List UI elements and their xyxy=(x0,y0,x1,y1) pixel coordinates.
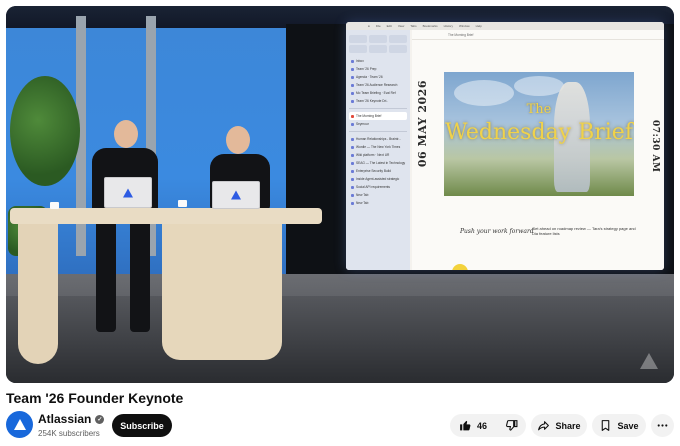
save-button[interactable]: Save xyxy=(592,414,646,437)
browser-main: The Morning Brief 06 MAY 2026 07:30 AM T… xyxy=(412,30,664,270)
sidebar-tab: Wordle — The New York Times xyxy=(349,143,407,151)
sidebar-tab: Agenda · Team '26 xyxy=(349,73,407,81)
hero-title-line2: Wednesday Brief xyxy=(445,120,633,145)
sidebar-tab: New Tab xyxy=(349,191,407,199)
atlassian-logo-icon xyxy=(123,188,133,197)
video-frame: ● File Edit View Tabs Bookmarks History Window H… xyxy=(6,6,674,383)
screen-time: 07:30 AM xyxy=(650,120,660,173)
sidebar-tab: Enterprise Security Build xyxy=(349,167,407,175)
like-icon xyxy=(460,420,471,431)
sidebar-tab: New Tab xyxy=(349,199,407,207)
sidebar-tab: Inbox xyxy=(349,57,407,65)
sidebar-tab: Seymour xyxy=(349,120,407,128)
sidebar-tab: Social API requirements xyxy=(349,183,407,191)
atlassian-logo-icon xyxy=(13,419,26,430)
sidebar-tab: Wiki platform · Next UR xyxy=(349,151,407,159)
more-icon xyxy=(657,424,668,427)
sticker xyxy=(452,264,468,270)
atlassian-watermark-icon xyxy=(640,353,658,369)
sidebar-tab: Inside Agent-assisted strategic xyxy=(349,175,407,183)
subscriber-count: 254K subscribers xyxy=(38,429,100,438)
stage-screen: ● File Edit View Tabs Bookmarks History Window H… xyxy=(346,22,664,270)
stage-desk xyxy=(10,208,322,224)
laptop-left xyxy=(104,177,152,208)
dislike-icon xyxy=(506,420,518,431)
sidebar-tab: Team '26 Keynote Dri.. xyxy=(349,97,407,105)
share-icon xyxy=(538,421,550,431)
save-icon xyxy=(602,420,610,431)
sidebar-tab-active: The Morning Brief xyxy=(349,112,407,120)
like-dislike-group: 46 xyxy=(450,414,526,437)
more-actions-button[interactable] xyxy=(651,414,674,437)
youtube-watch-page: ● File Edit View Tabs Bookmarks History Window H… xyxy=(0,0,680,446)
channel-name[interactable]: Atlassian ✓ xyxy=(38,412,105,426)
share-button[interactable]: Share xyxy=(531,414,587,437)
video-title: Team '26 Founder Keynote xyxy=(6,390,184,406)
atlassian-logo-icon xyxy=(231,190,241,200)
push-heading: Push your work forward xyxy=(460,228,534,235)
sidebar-tab: SEAG — The Latest in Technology xyxy=(349,159,407,167)
sidebar-tab: Team '26 Audience Research xyxy=(349,81,407,89)
hero-image: The Wednesday Brief xyxy=(444,72,634,196)
subscribe-button[interactable]: Subscribe xyxy=(112,414,172,437)
hero-title-line1: The xyxy=(526,102,552,117)
sidebar-tab: Human Relationships - Braintr... xyxy=(349,135,407,143)
screen-date: 06 MAY 2026 xyxy=(416,80,429,168)
channel-avatar[interactable] xyxy=(6,411,33,438)
brief-column: Get ahead on roadmap review — Tara's str… xyxy=(532,226,636,236)
browser-sidebar: Inbox Team '26 Prep Agenda · Team '26 Te… xyxy=(346,30,410,270)
verified-icon: ✓ xyxy=(95,414,105,424)
laptop-right xyxy=(212,181,260,209)
video-player[interactable]: ● File Edit View Tabs Bookmarks History Window H… xyxy=(6,6,674,383)
sidebar-tab: Team '26 Prep xyxy=(349,65,407,73)
like-button[interactable]: 46 xyxy=(450,414,496,437)
sidebar-tab: Mo Team Briefing · Eval Ref xyxy=(349,89,407,97)
dislike-button[interactable] xyxy=(496,414,527,437)
